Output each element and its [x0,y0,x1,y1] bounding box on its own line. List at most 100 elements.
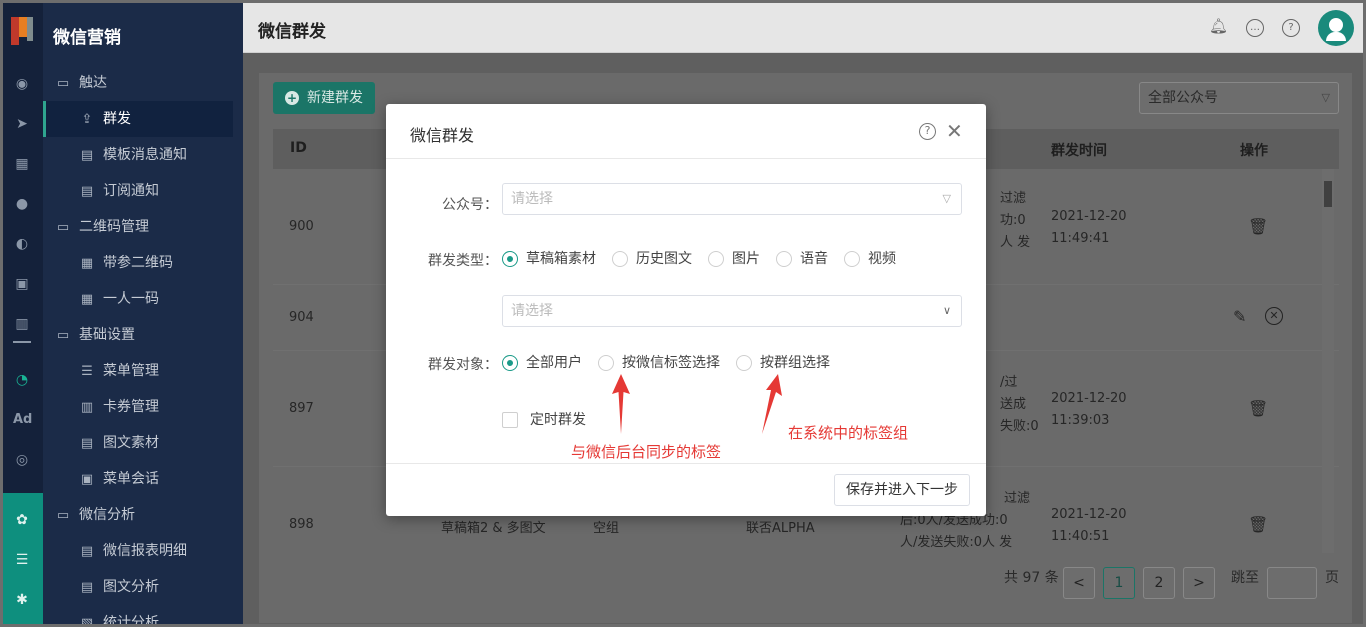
cell-time-date: 2021-12-20 [1051,209,1127,224]
trash-icon[interactable]: 🗑︎ [1248,515,1268,534]
sidebar-item-label: 图文素材 [103,435,159,451]
folder-icon: ▭ [56,76,70,91]
page-1-button[interactable]: 1 [1103,567,1135,599]
users-icon[interactable]: ◐ [13,235,31,253]
scrollbar-thumb[interactable] [1324,181,1332,207]
jump-label: 跳至 [1231,570,1259,586]
cell-id: 904 [289,310,314,325]
trash-icon[interactable]: 🗑︎ [1248,399,1268,418]
radio-label: 草稿箱素材 [526,251,596,267]
type-label: 群发类型： [428,253,498,269]
account-filter-select[interactable]: 全部公众号 ▽ [1139,82,1339,114]
qrcode-icon: ▦ [80,256,94,271]
checkbox-label: 定时群发 [530,412,586,428]
page-2-button[interactable]: 2 [1143,567,1175,599]
target-radio-group[interactable]: 按群组选择 [736,353,830,373]
radio-dot [844,251,860,267]
sidebar-item[interactable]: ▦ 带参二维码 [43,245,233,281]
radio-label: 图片 [732,251,760,267]
dialog-footer: 保存并进入下一步 [386,463,986,516]
document-icon: ▤ [80,436,94,451]
sidebar-item[interactable]: ▭ 微信分析 [43,497,233,533]
sidebar-item[interactable]: ▤ 图文素材 [43,425,233,461]
type-radio-voice[interactable]: 语音 [776,249,828,269]
cell-time-clock: 11:49:41 [1051,231,1110,246]
sidebar-item[interactable]: ▤ 图文分析 [43,569,233,605]
radio-dot [776,251,792,267]
folder-icon: ▭ [56,328,70,343]
cancel-icon[interactable]: ✕ [1265,307,1283,325]
cell-id: 900 [289,219,314,234]
type-radio-image[interactable]: 图片 [708,249,760,269]
cell-time-date: 2021-12-20 [1051,391,1127,406]
sidebar-item[interactable]: ▧ 统计分析 [43,605,233,627]
send-icon: ⇪ [81,112,93,127]
user-icon[interactable]: ● [13,195,31,213]
target-radio-all[interactable]: 全部用户 [502,353,582,373]
rail-bottom-panel: ✿ ☰ ✱ [3,493,43,624]
sidebar-item[interactable]: ▭ 触达 [43,65,233,101]
type-radio-video[interactable]: 视频 [844,249,896,269]
sidebar-item[interactable]: ▥ 卡券管理 [43,389,233,425]
bell-icon[interactable]: 🔔︎ [1209,19,1228,37]
document-icon: ▤ [80,544,94,559]
wechat-icon[interactable]: ◔ [13,371,31,389]
sidebar-item-label: 模板消息通知 [103,147,187,163]
help-icon[interactable]: ? [919,123,936,140]
sidebar-item[interactable]: ▤ 模板消息通知 [43,137,233,173]
edit-icon[interactable]: ✎ [1233,307,1246,326]
help-icon[interactable]: ? [1282,19,1300,37]
scheduled-checkbox[interactable]: 定时群发 [502,411,586,429]
radio-dot [598,355,614,371]
type-radio-history[interactable]: 历史图文 [612,249,692,269]
sidebar-item[interactable]: ▤ 微信报表明细 [43,533,233,569]
share-icon[interactable]: ✿ [13,511,31,529]
account-label: 公众号： [442,197,498,213]
radio-label: 历史图文 [636,251,692,267]
table-scrollbar[interactable] [1322,169,1334,553]
coupon-icon: ▥ [80,400,94,415]
sidebar-item-label: 订阅通知 [103,183,159,199]
new-broadcast-button[interactable]: 新建群发 [273,82,375,114]
sidebar-item[interactable]: ☰ 菜单管理 [43,353,233,389]
broadcast-dialog: 微信群发 ? ✕ 公众号： 请选择 ▽ 群发类型： 草稿箱素材 历史图文 图片 … [386,104,986,516]
sidebar-item[interactable]: ▭ 二维码管理 [43,209,233,245]
server-icon[interactable]: ☰ [13,551,31,569]
trash-icon[interactable]: 🗑︎ [1248,217,1268,236]
close-icon[interactable]: ✕ [946,119,963,143]
compass-icon[interactable]: ◎ [13,451,31,469]
radio-label: 按群组选择 [760,355,830,371]
template-icon: ▤ [80,148,94,163]
layout-icon[interactable]: ▦ [13,155,31,173]
type-radio-draft[interactable]: 草稿箱素材 [502,249,596,269]
bookmark-icon[interactable]: ▣ [13,275,31,293]
folder-icon: ▭ [56,508,70,523]
page-unit-label: 页 [1325,570,1339,586]
sidebar-item[interactable]: ▤ 订阅通知 [43,173,233,209]
jump-page-input[interactable] [1267,567,1317,599]
sidebar-item[interactable]: ▣ 菜单会话 [43,461,233,497]
app-logo [11,17,33,45]
send-icon[interactable]: ➤ [13,115,31,133]
sidebar-item[interactable]: ▭ 基础设置 [43,317,233,353]
next-page-button[interactable]: > [1183,567,1215,599]
checkbox-box [502,412,518,428]
message-icon[interactable]: … [1246,19,1264,37]
material-select[interactable]: 请选择 ∨ [502,295,962,327]
dashboard-icon[interactable]: ◉ [13,75,31,93]
sidebar-item-label: 微信分析 [79,507,135,523]
avatar[interactable] [1318,10,1354,46]
target-radio-wechat-tag[interactable]: 按微信标签选择 [598,353,720,373]
sidebar-item[interactable]: ⇪ 群发 [43,101,233,137]
dialog-title: 微信群发 [410,126,475,145]
sidebar-item[interactable]: ▦ 一人一码 [43,281,233,317]
save-next-button[interactable]: 保存并进入下一步 [834,474,970,506]
sidebar-item-label: 统计分析 [103,615,159,627]
settings-icon[interactable]: ✱ [13,591,31,609]
prev-page-button[interactable]: < [1063,567,1095,599]
radio-dot [736,355,752,371]
bar-chart-icon[interactable]: ▥ [13,315,31,333]
ad-icon[interactable]: Ad [13,411,32,429]
account-select[interactable]: 请选择 ▽ [502,183,962,215]
cell-result: 送成 [1000,397,1027,412]
